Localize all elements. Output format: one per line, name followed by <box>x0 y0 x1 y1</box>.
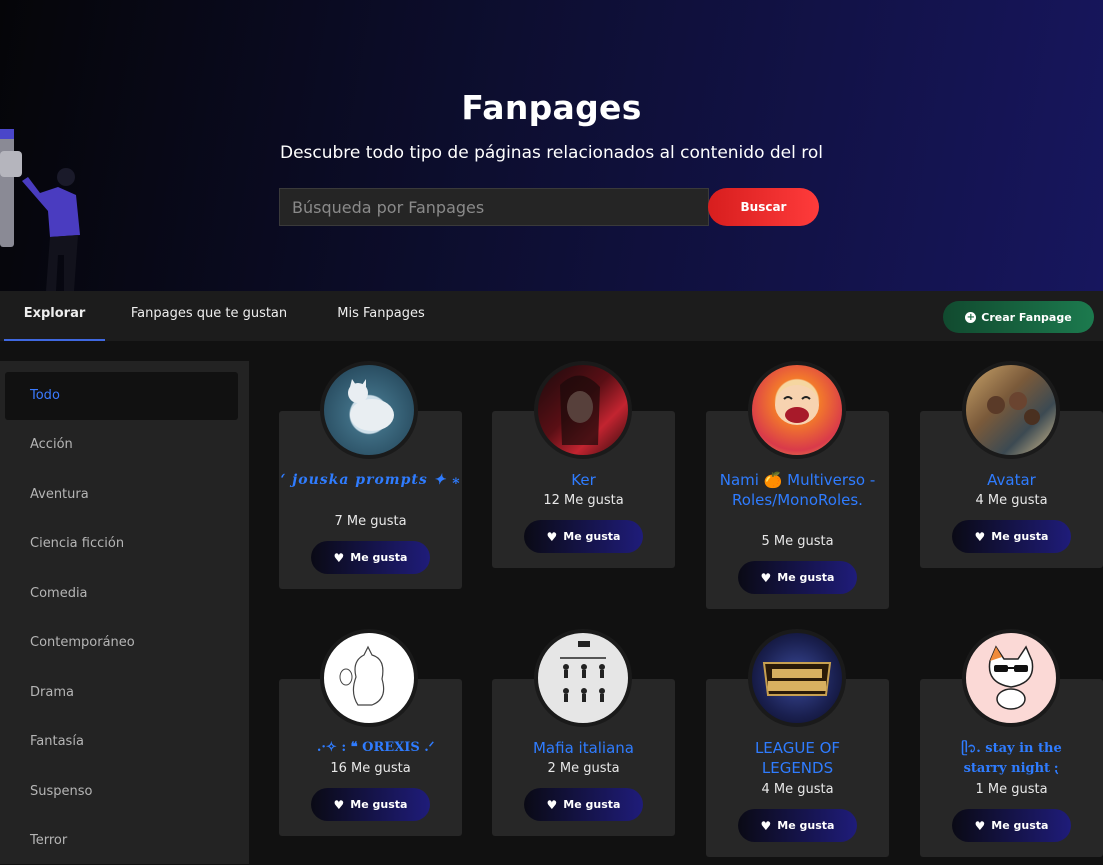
create-fanpage-label: Crear Fanpage <box>981 310 1072 324</box>
like-count: 12 Me gusta <box>543 493 624 508</box>
fanpage-name[interactable]: Nami 🍊 Multiverso - Roles/MonoRoles. <box>706 470 889 510</box>
nami-laughing-icon <box>775 385 819 425</box>
page-subtitle: Descubre todo tipo de páginas relacionad… <box>279 143 823 163</box>
like-button[interactable]: ♥ Me gusta <box>952 520 1071 553</box>
tab-mis-fanpages[interactable]: Mis Fanpages <box>326 291 436 341</box>
category-sidebar: Todo Acción Aventura Ciencia ficción Com… <box>0 361 249 864</box>
lol-logo-icon <box>762 662 832 696</box>
fanpage-name[interactable]: Ker <box>492 470 675 490</box>
cat-sleeping-icon <box>348 379 394 431</box>
fanpage-name[interactable]: ᥫ᭡. stay in the starry night ⁏ <box>920 739 1103 779</box>
search-button[interactable]: Buscar <box>708 188 819 226</box>
like-count: 7 Me gusta <box>334 514 407 529</box>
heart-icon: ♥ <box>333 797 345 812</box>
sidebar-item-comedia[interactable]: Comedia <box>5 570 238 618</box>
like-count: 4 Me gusta <box>975 493 1048 508</box>
like-button[interactable]: ♥ Me gusta <box>311 541 430 574</box>
like-button[interactable]: ♥ Me gusta <box>952 809 1071 842</box>
like-button-label: Me gusta <box>563 798 621 811</box>
like-button[interactable]: ♥ Me gusta <box>738 561 857 594</box>
like-button[interactable]: ♥ Me gusta <box>524 520 643 553</box>
like-count: 1 Me gusta <box>975 782 1048 797</box>
like-button-label: Me gusta <box>350 798 408 811</box>
fanpage-avatar[interactable] <box>534 361 632 459</box>
dark-haired-girl-icon <box>560 375 600 445</box>
tab-explorar[interactable]: Explorar <box>4 291 105 341</box>
heart-icon: ♥ <box>333 550 345 565</box>
heart-icon: ♥ <box>760 570 772 585</box>
like-button-label: Me gusta <box>991 819 1049 832</box>
fanpage-name[interactable]: LEAGUE OF LEGENDS <box>706 738 889 778</box>
heart-icon: ♥ <box>546 529 558 544</box>
heart-icon: ♥ <box>974 529 986 544</box>
fanpage-avatar[interactable] <box>962 629 1060 727</box>
like-button[interactable]: ♥ Me gusta <box>524 788 643 821</box>
like-count: 4 Me gusta <box>761 782 834 797</box>
search-input[interactable] <box>279 188 709 226</box>
sidebar-item-ciencia-ficcion[interactable]: Ciencia ficción <box>5 520 238 568</box>
like-count: 5 Me gusta <box>761 534 834 549</box>
page-title: Fanpages <box>461 88 642 127</box>
plus-circle-icon: + <box>965 311 977 323</box>
cat-sketch-icon <box>339 645 385 706</box>
like-button[interactable]: ♥ Me gusta <box>738 809 857 842</box>
sidebar-item-contemporaneo[interactable]: Contemporáneo <box>5 619 238 667</box>
sidebar-item-accion[interactable]: Acción <box>5 421 238 469</box>
like-count: 2 Me gusta <box>547 761 620 776</box>
tab-fanpages-que-te-gustan[interactable]: Fanpages que te gustan <box>119 291 299 341</box>
heart-icon: ♥ <box>974 818 986 833</box>
heart-icon: ♥ <box>546 797 558 812</box>
fanpage-name[interactable]: ⠀.·✧ : ❝ OREXIS .ᐟ <box>279 738 462 758</box>
fanpage-name[interactable]: Mafia italiana <box>492 738 675 758</box>
like-button[interactable]: ♥ Me gusta <box>311 788 430 821</box>
sidebar-item-aventura[interactable]: Aventura <box>5 471 238 519</box>
fanpage-avatar[interactable] <box>748 361 846 459</box>
sidebar-item-todo[interactable]: Todo <box>5 372 238 420</box>
like-button-label: Me gusta <box>777 819 835 832</box>
family-tree-icon <box>560 641 606 702</box>
heart-icon: ♥ <box>760 818 772 833</box>
like-count: 16 Me gusta <box>330 761 411 776</box>
fanpage-avatar[interactable] <box>320 361 418 459</box>
sidebar-item-drama[interactable]: Drama <box>5 669 238 717</box>
create-fanpage-button[interactable]: + Crear Fanpage <box>943 301 1094 333</box>
like-button-label: Me gusta <box>350 551 408 564</box>
sidebar-item-terror[interactable]: Terror <box>5 817 238 865</box>
fanpage-avatar[interactable] <box>962 361 1060 459</box>
avatar-group-icon <box>987 392 1040 425</box>
fanpage-name[interactable]: ‘ jouska prompts ✦ ⁎ <box>279 470 462 490</box>
fanpage-avatar[interactable] <box>748 629 846 727</box>
search-bar: Buscar <box>279 188 819 226</box>
tab-bar: Explorar Fanpages que te gustan Mis Fanp… <box>0 291 1103 341</box>
like-button-label: Me gusta <box>563 530 621 543</box>
fanpage-avatar[interactable] <box>320 629 418 727</box>
like-button-label: Me gusta <box>991 530 1049 543</box>
fanpage-avatar[interactable] <box>534 629 632 727</box>
sidebar-item-fantasia[interactable]: Fantasía <box>5 718 238 766</box>
cool-cat-icon <box>988 645 1034 710</box>
hero-banner: Fanpages Descubre todo tipo de páginas r… <box>0 0 1103 291</box>
sidebar-item-suspenso[interactable]: Suspenso <box>5 768 238 816</box>
fanpage-name[interactable]: Avatar <box>920 470 1103 490</box>
like-button-label: Me gusta <box>777 571 835 584</box>
